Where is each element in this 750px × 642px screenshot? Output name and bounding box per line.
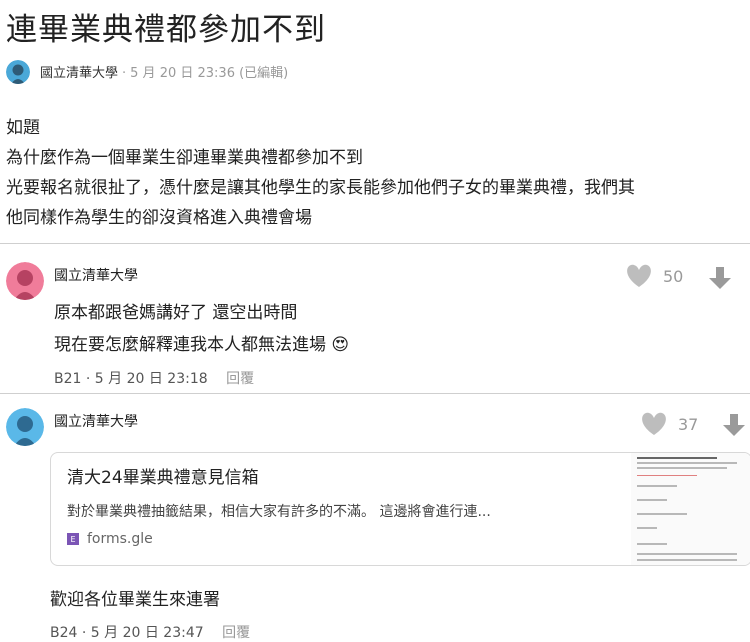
comment-text: 現在要怎麼解釋連我本人都無法進場 [54, 335, 326, 355]
comment-text-line: 原本都跟爸媽講好了 還空出時間 [54, 303, 298, 323]
reply-button[interactable]: 回覆 [222, 625, 250, 641]
post-body-line: 如題 [6, 118, 40, 138]
heart-icon [640, 412, 668, 436]
comment-author[interactable]: 國立清華大學 [54, 411, 138, 431]
comment-sep: · [81, 625, 91, 641]
comment-sep: · [85, 371, 95, 387]
comment-date: 5 月 20 日 23:18 [94, 371, 208, 387]
link-card-thumbnail [631, 453, 750, 565]
post-author-avatar[interactable] [6, 60, 30, 84]
link-card-site: E forms.gle [67, 531, 153, 547]
link-card-domain: forms.gle [87, 531, 153, 547]
like-button[interactable]: 37 [640, 412, 698, 436]
post-body-line: 光要報名就很扯了，憑什麼是讓其他學生的家長能參加他們子女的畢業典禮，我們其 [6, 178, 635, 198]
comment-floor: B24 [50, 625, 78, 641]
post-title: 連畢業典禮都參加不到 [6, 12, 326, 48]
comment-footer: B24 · 5 月 20 日 23:47 回覆 [50, 622, 250, 642]
like-count: 50 [663, 266, 684, 286]
link-card-title: 清大24畢業典禮意見信箱 [67, 468, 259, 488]
arrow-down-icon[interactable] [708, 266, 732, 294]
comment-footer: B21 · 5 月 20 日 23:18 回覆 [54, 368, 254, 388]
like-count: 37 [678, 414, 699, 434]
comment-avatar[interactable] [6, 408, 44, 446]
link-card-description: 對於畢業典禮抽籤結果，相信大家有許多的不滿。 這邊將會進行連... [67, 504, 491, 520]
post-body-line: 他同樣作為學生的卻沒資格進入典禮會場 [6, 208, 312, 228]
post-body: 如題 為什麼作為一個畢業生卻連畢業典禮都參加不到 光要報名就很扯了，憑什麼是讓其… [6, 113, 746, 233]
like-button[interactable]: 50 [625, 264, 683, 288]
reply-button[interactable]: 回覆 [226, 371, 254, 387]
comment-text-line: 現在要怎麼解釋連我本人都無法進場 😍 [54, 330, 349, 355]
emoji: 😍 [331, 335, 350, 355]
heart-icon [625, 264, 653, 288]
link-preview-card[interactable]: 清大24畢業典禮意見信箱 對於畢業典禮抽籤結果，相信大家有許多的不滿。 這邊將會… [50, 452, 750, 566]
comment-divider [0, 393, 750, 394]
comment-author[interactable]: 國立清華大學 [54, 265, 138, 285]
post-edited-label: (已編輯) [239, 66, 289, 81]
comment-text-line: 歡迎各位畢業生來連署 [50, 590, 220, 610]
comment-floor: B21 [54, 371, 82, 387]
forms-favicon-icon: E [67, 533, 79, 545]
arrow-down-icon[interactable] [722, 413, 746, 441]
post-date: 5 月 20 日 23:36 [130, 66, 235, 81]
post-divider [0, 243, 750, 244]
post-body-line: 為什麼作為一個畢業生卻連畢業典禮都參加不到 [6, 148, 363, 168]
post-author[interactable]: 國立清華大學 [40, 66, 118, 81]
post-meta: 國立清華大學 · 5 月 20 日 23:36 (已編輯) [40, 66, 289, 81]
comment-avatar[interactable] [6, 262, 44, 300]
comment-date: 5 月 20 日 23:47 [90, 625, 204, 641]
